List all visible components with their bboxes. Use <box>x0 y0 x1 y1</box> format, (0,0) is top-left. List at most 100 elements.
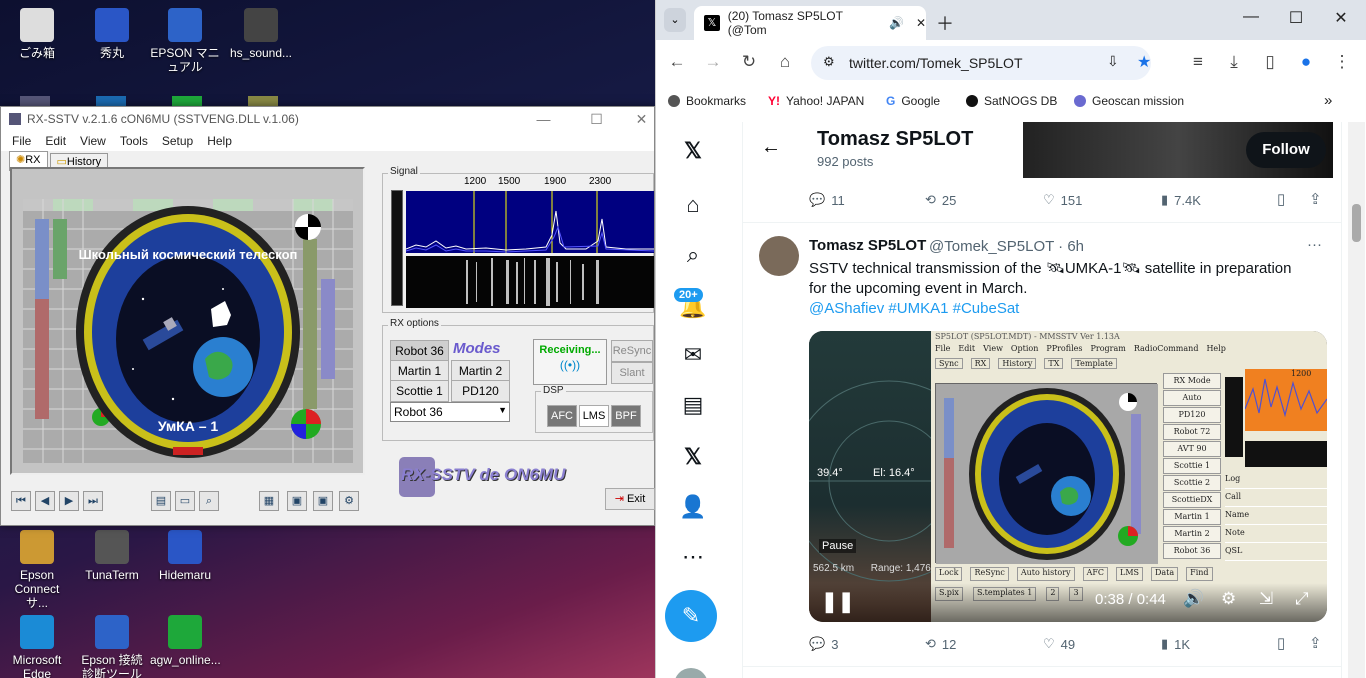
tweet-more-icon[interactable]: ··· <box>1307 236 1322 253</box>
menu-item[interactable]: Help <box>200 134 239 148</box>
scroll-thumb[interactable] <box>1352 204 1361 242</box>
prev-reply[interactable]: 💬 11 <box>809 192 845 208</box>
tweet-views[interactable]: ▮ 1K <box>1161 636 1190 652</box>
exit-button[interactable]: ⇥ Exit <box>605 488 655 510</box>
minimize-icon[interactable]: — <box>1231 8 1271 26</box>
desktop-icon[interactable]: Epson Connect サ... <box>2 530 72 610</box>
first-icon[interactable]: ⏮ <box>11 491 31 511</box>
desktop-icon[interactable]: TunaTerm <box>77 530 147 582</box>
mode-pd120-button[interactable]: PD120 <box>451 380 510 402</box>
sidepanel-icon[interactable]: ▯ <box>1258 52 1282 72</box>
share-icon[interactable]: ⇪ <box>1309 190 1322 208</box>
last-icon[interactable]: ⏭ <box>83 491 103 511</box>
prev-like[interactable]: ♡ 151 <box>1043 192 1082 208</box>
menu-item[interactable]: Tools <box>113 134 155 148</box>
tab-twitter[interactable]: 𝕏 (20) Tomasz SP5LOT (@Tom 🔊 ✕ <box>694 6 926 40</box>
prev-repost[interactable]: ⟲ 25 <box>925 192 956 208</box>
desktop-icon[interactable]: ごみ箱 <box>2 8 72 60</box>
messages-icon[interactable]: ✉ <box>678 340 708 370</box>
x-logo-icon[interactable]: 𝕏 <box>678 136 708 166</box>
bookmark-icon[interactable]: ▯ <box>1277 190 1285 208</box>
download-icon[interactable]: ⤓ <box>1222 52 1246 72</box>
menu-icon[interactable]: ⋮ <box>1330 52 1354 72</box>
forward-icon[interactable]: → <box>701 52 725 72</box>
menu-item[interactable]: Edit <box>38 134 73 148</box>
desktop-icon[interactable]: Hidemaru <box>150 530 220 582</box>
menu-item[interactable]: File <box>5 134 38 148</box>
star-icon[interactable]: ★ <box>1137 52 1151 72</box>
save-icon[interactable]: ▣ <box>287 491 307 511</box>
more-nav-icon[interactable]: ⋯ <box>678 542 708 572</box>
share-icon[interactable]: ⇪ <box>1309 634 1322 652</box>
follow-button[interactable]: Follow <box>1246 132 1326 168</box>
bpf-button[interactable]: BPF <box>611 405 641 427</box>
scrollbar[interactable] <box>1348 122 1365 678</box>
install-icon[interactable]: ⇩ <box>1107 53 1119 70</box>
lms-button[interactable]: LMS <box>579 405 609 427</box>
fullscreen-icon[interactable]: ⤢ <box>1295 589 1309 609</box>
bookmark-icon[interactable]: ▯ <box>1277 634 1285 652</box>
back-arrow-icon[interactable]: ← <box>761 136 781 159</box>
mode-scottie1-button[interactable]: Scottie 1 <box>390 380 449 402</box>
tweet-author[interactable]: Tomasz SP5LOT <box>809 237 926 254</box>
minimize-icon[interactable]: — <box>521 107 566 131</box>
bookmark-satnogs[interactable]: SatNOGS DB <box>966 94 1057 108</box>
desktop-icon[interactable]: agw_online... <box>150 615 221 667</box>
bookmark-google[interactable]: G Google <box>886 94 940 108</box>
tweet-reply[interactable]: 💬 3 <box>809 636 838 652</box>
maximize-icon[interactable]: ☐ <box>1276 8 1316 28</box>
video-settings-icon[interactable]: ⚙ <box>1221 589 1236 609</box>
tweet-avatar[interactable] <box>759 236 799 276</box>
explore-icon[interactable]: ⌕ <box>678 240 708 270</box>
profile-icon[interactable]: ● <box>1294 52 1318 72</box>
maximize-icon[interactable]: ☐ <box>574 107 619 131</box>
reload-icon[interactable]: ↻ <box>737 52 761 72</box>
tab-search-icon[interactable]: ⌄ <box>664 8 686 32</box>
menu-item[interactable]: View <box>73 134 113 148</box>
bookmark-geoscan[interactable]: Geoscan mission <box>1074 94 1184 108</box>
bookmark-yahoo[interactable]: Y! Yahoo! JAPAN <box>768 94 864 108</box>
desktop-icon[interactable]: 秀丸 <box>77 8 147 60</box>
next-icon[interactable]: ▶ <box>59 491 79 511</box>
zoom-icon[interactable]: ⌕ <box>199 491 219 511</box>
resync-button[interactable]: ReSync <box>611 340 653 362</box>
save-all-icon[interactable]: ▣ <box>313 491 333 511</box>
mode-martin1-button[interactable]: Martin 1 <box>390 360 449 382</box>
tweet-repost[interactable]: ⟲ 12 <box>925 636 956 652</box>
desktop-icon[interactable]: hs_sound... <box>226 8 296 60</box>
slant-button[interactable]: Slant <box>611 362 653 384</box>
bookmark-bookmarks[interactable]: Bookmarks <box>668 94 746 108</box>
mode-select[interactable]: Robot 36 ▼ <box>390 402 510 422</box>
account-avatar[interactable] <box>674 668 708 678</box>
tweet-handle-time[interactable]: @Tomek_SP5LOT · 6h <box>929 238 1084 255</box>
doc-icon[interactable]: ▦ <box>259 491 279 511</box>
new-tab-icon[interactable]: ＋ <box>936 10 954 36</box>
premium-icon[interactable]: 𝕏 <box>678 442 708 472</box>
home-icon[interactable]: ⌂ <box>773 52 797 72</box>
tab-close-icon[interactable]: ✕ <box>916 16 926 30</box>
open-icon[interactable]: ▭ <box>175 491 195 511</box>
home-nav-icon[interactable]: ⌂ <box>678 190 708 220</box>
afc-button[interactable]: AFC <box>547 405 577 427</box>
site-info-icon[interactable]: ⚙ <box>823 54 835 70</box>
desktop-icon[interactable]: EPSON マニュアル <box>150 8 220 74</box>
volume-icon[interactable]: 🔊 <box>1183 589 1204 609</box>
profile-nav-icon[interactable]: 👤 <box>678 492 708 522</box>
address-bar[interactable]: ⚙ twitter.com/Tomek_SP5LOT ⇩ ★ <box>811 46 1151 80</box>
minimize-video-icon[interactable]: ⇲ <box>1259 589 1273 609</box>
mode-martin2-button[interactable]: Martin 2 <box>451 360 510 382</box>
menu-item[interactable]: Setup <box>155 134 200 148</box>
settings-icon[interactable]: ⚙ <box>339 491 359 511</box>
prev-views[interactable]: ▮ 7.4K <box>1161 192 1201 208</box>
pause-icon[interactable]: ❚❚ <box>821 589 855 614</box>
copy-icon[interactable]: ▤ <box>151 491 171 511</box>
tweet-like[interactable]: ♡ 49 <box>1043 636 1075 652</box>
prev-icon[interactable]: ◀ <box>35 491 55 511</box>
more-bookmarks-icon[interactable]: » <box>1324 92 1332 109</box>
desktop-icon[interactable]: Microsoft Edge <box>2 615 72 678</box>
lists-icon[interactable]: ▤ <box>678 390 708 420</box>
mode-robot36-button[interactable]: Robot 36 <box>390 340 449 362</box>
post-button[interactable]: ✎ <box>665 590 717 642</box>
back-icon[interactable]: ← <box>665 52 689 72</box>
queue-icon[interactable]: ≡ <box>1186 52 1210 72</box>
